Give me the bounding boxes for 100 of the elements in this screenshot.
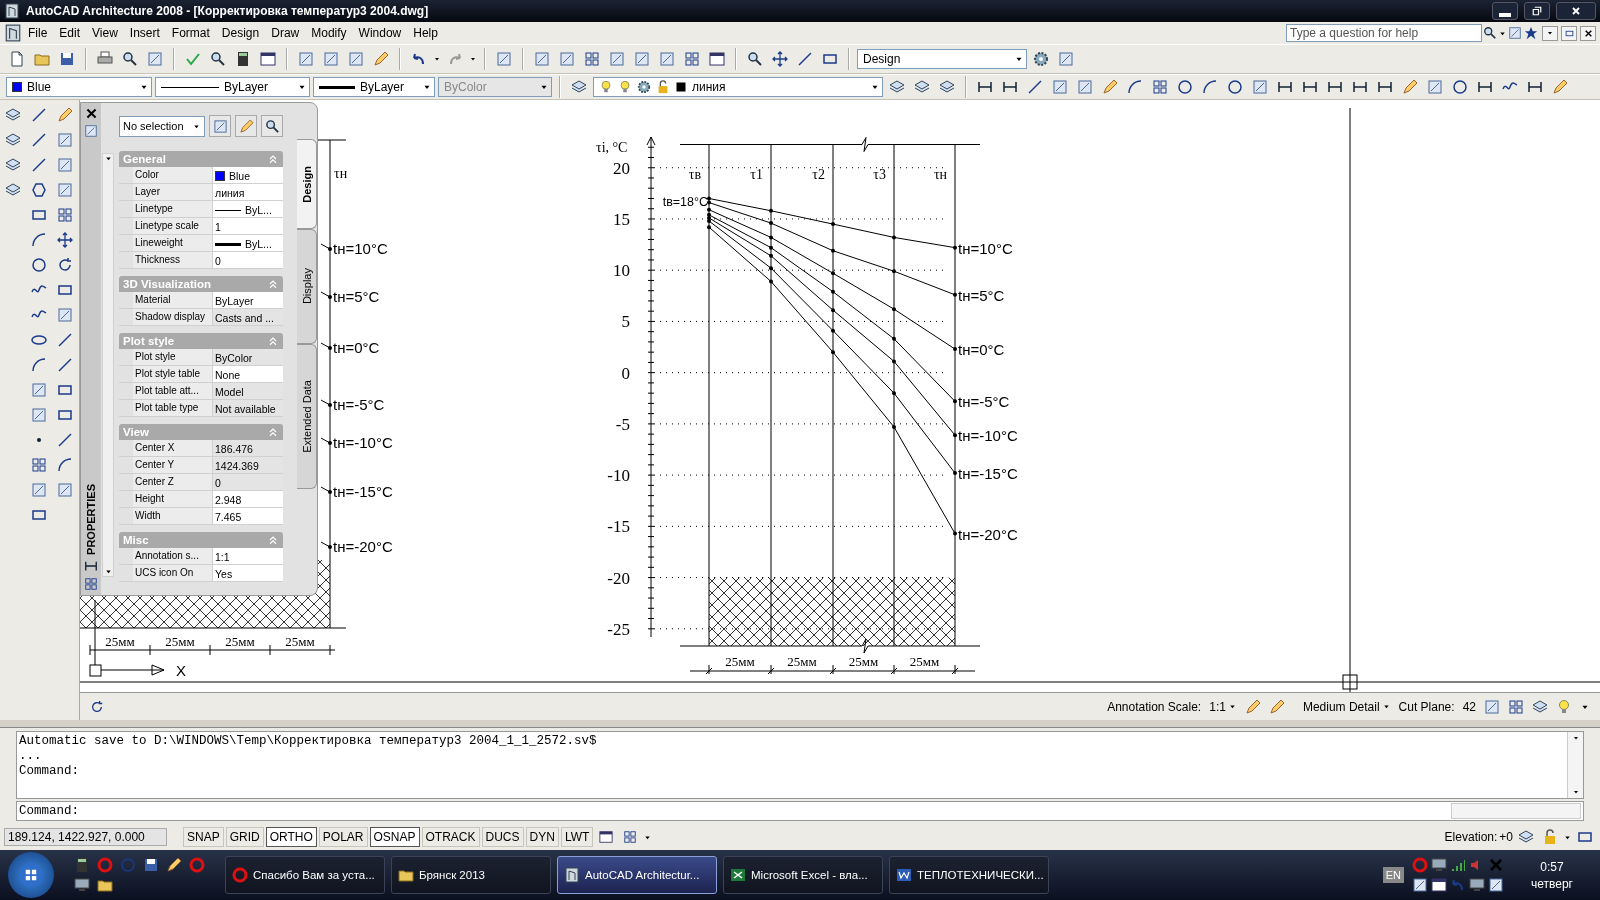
taskbar-button[interactable]: Microsoft Excel - вла...: [723, 856, 883, 894]
property-value[interactable]: Yes: [213, 565, 283, 581]
property-value[interactable]: 2.948: [213, 491, 283, 507]
linetype-dropdown[interactable]: ByLayer: [155, 77, 310, 97]
annotation-label: tв=18°C: [662, 195, 708, 210]
dimension-label: 25мм: [909, 654, 940, 669]
status-toggle[interactable]: POLAR: [318, 827, 368, 847]
status-toggle[interactable]: DYN: [525, 827, 559, 847]
property-value[interactable]: 7.465: [213, 508, 283, 524]
property-value[interactable]: линия: [213, 184, 283, 200]
taskbar-button[interactable]: AutoCAD Architectur...: [557, 856, 717, 894]
clock[interactable]: 0:57 четверг: [1512, 859, 1592, 891]
menu-item[interactable]: Design: [215, 24, 266, 42]
dimension-label: 25мм: [225, 634, 255, 649]
workspace-dropdown[interactable]: Design: [857, 49, 1027, 69]
lineweight-dropdown[interactable]: ByLayer: [313, 77, 435, 97]
menu-item[interactable]: Modify: [305, 24, 353, 42]
status-toggle[interactable]: GRID: [225, 827, 264, 847]
taskbar-button[interactable]: Спасибо Вам за уста...: [225, 856, 385, 894]
axis-tick-label: -20: [607, 568, 630, 588]
property-label: Plot style: [133, 349, 213, 365]
taskbar-button[interactable]: Брянск 2013: [391, 856, 551, 894]
status-toggle[interactable]: OSNAP: [369, 827, 420, 847]
help-search-field[interactable]: Type a question for help: [1286, 24, 1482, 42]
menu-item[interactable]: View: [86, 24, 124, 42]
clock-time: 0:57: [1540, 859, 1564, 874]
series-label: tн=-20°C: [333, 538, 393, 555]
coordinates-display: 189.124, 1422.927, 0.000: [4, 828, 167, 846]
property-label: Lineweight: [133, 235, 213, 251]
menu-item[interactable]: File: [22, 24, 54, 42]
window-title: AutoCAD Architecture 2008 - [Корректировка температур3 2004.dwg]: [26, 4, 430, 18]
status-toggle[interactable]: LWT: [560, 827, 594, 847]
property-value[interactable]: 0: [213, 252, 283, 268]
display-detail-dropdown[interactable]: Medium Detail: [1302, 699, 1391, 714]
clock-day: четверг: [1531, 876, 1573, 891]
menu-item[interactable]: Help: [407, 24, 444, 42]
command-line: ...: [19, 749, 43, 764]
status-toggle[interactable]: ORTHO: [265, 827, 317, 847]
palette-tab[interactable]: Design: [297, 139, 317, 229]
column-header: τ1: [750, 167, 763, 182]
language-indicator[interactable]: EN: [1382, 867, 1404, 883]
status-toggle[interactable]: SNAP: [183, 827, 224, 847]
property-label: Linetype scale: [133, 218, 213, 234]
menu-item[interactable]: Edit: [53, 24, 87, 42]
property-value[interactable]: 1: [213, 218, 283, 234]
palette-title: PROPERTIES: [85, 484, 97, 555]
dimension-label: 25мм: [725, 654, 755, 669]
property-label: Thickness: [133, 252, 213, 268]
axis-label: τi, °C: [596, 140, 628, 155]
series-label: tн=10°C: [958, 239, 1013, 257]
color-dropdown[interactable]: Blue: [6, 77, 152, 97]
command-input[interactable]: Command:: [16, 801, 1584, 821]
section-title: 3D Visualization: [123, 278, 211, 290]
command-line: Command:: [19, 764, 80, 779]
property-label: Shadow display: [133, 309, 213, 325]
property-value[interactable]: 1:1: [213, 548, 283, 564]
series-label: tн=-15°C: [958, 465, 1018, 483]
axis-tick-label: -15: [607, 517, 630, 537]
property-label: Layer: [133, 184, 213, 200]
property-value[interactable]: Blue: [213, 167, 283, 183]
dimension-label: 25мм: [787, 654, 817, 669]
series-label: tн=0°C: [958, 341, 1005, 359]
status-toggle[interactable]: OTRACK: [421, 827, 480, 847]
property-value[interactable]: ByLayer: [213, 292, 283, 308]
series-label: tн=5°C: [958, 286, 1005, 304]
selection-dropdown[interactable]: No selection: [119, 115, 205, 137]
series-label: tн=-5°C: [333, 396, 385, 413]
palette-tab[interactable]: Display: [297, 229, 317, 344]
property-label: Center X: [133, 440, 213, 456]
annotation-scale-dropdown[interactable]: 1:1: [1209, 699, 1237, 714]
property-label: Plot table att...: [133, 383, 213, 399]
elevation-label: Elevation:: [1444, 830, 1498, 844]
property-label: Width: [133, 508, 213, 524]
axis-tick-label: 20: [613, 158, 630, 178]
axis-label: X: [176, 662, 186, 679]
axis-tick-label: 15: [613, 209, 630, 229]
menu-item[interactable]: Window: [352, 24, 408, 42]
menu-item[interactable]: Insert: [123, 24, 166, 42]
layer-dropdown[interactable]: линия: [593, 77, 883, 97]
column-header: τн: [334, 166, 348, 181]
property-value[interactable]: ByL...: [213, 235, 283, 251]
axis-tick-label: -25: [607, 619, 630, 639]
dimension-label: 25мм: [848, 654, 879, 669]
property-label: Center Z: [133, 474, 213, 490]
status-toggle[interactable]: DUCS: [481, 827, 524, 847]
series-label: tн=-10°C: [333, 434, 393, 451]
palette-tab[interactable]: Extended Data: [297, 344, 317, 489]
property-label: Plot table type: [133, 400, 213, 416]
property-label: Color: [133, 167, 213, 183]
series-label: tн=-5°C: [958, 393, 1010, 411]
menu-item[interactable]: Draw: [265, 24, 306, 42]
series-label: tн=-20°C: [958, 525, 1018, 543]
property-label: UCS icon On: [133, 565, 213, 581]
section-title: Misc: [123, 534, 149, 546]
property-label: Plot style table: [133, 366, 213, 382]
taskbar-button[interactable]: ТЕПЛОТЕХНИЧЕСКИ...: [889, 856, 1049, 894]
property-value[interactable]: ByL...: [213, 201, 283, 217]
menu-item[interactable]: Format: [165, 24, 216, 42]
property-value[interactable]: None: [213, 366, 283, 382]
axis-tick-label: 0: [621, 363, 630, 383]
